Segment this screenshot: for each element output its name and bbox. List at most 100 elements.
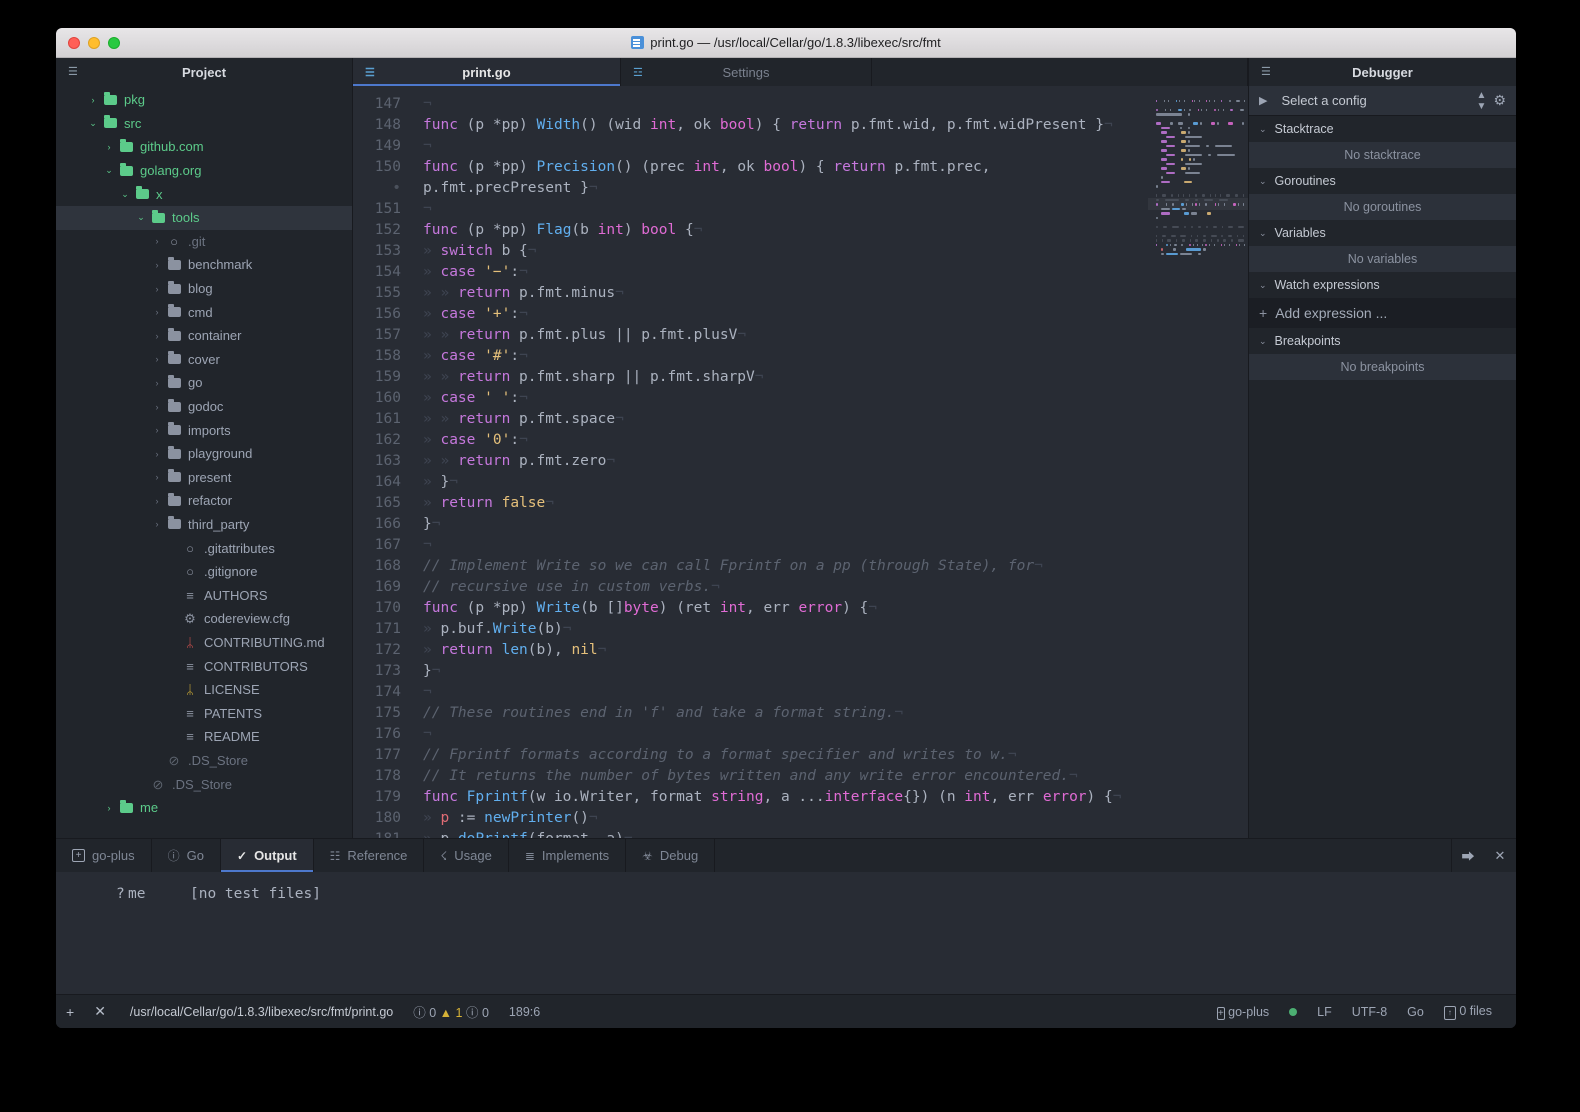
dock-tab-reference[interactable]: ☷ Reference [314, 839, 425, 872]
close-pane-button[interactable]: ✕ [84, 1003, 116, 1020]
chevron-down-icon[interactable]: ⌄ [102, 165, 116, 176]
status-line-ending[interactable]: LF [1307, 1005, 1342, 1019]
tree-folder-item[interactable]: › present [56, 466, 352, 490]
tree-file-item[interactable]: ≡ AUTHORS [56, 583, 352, 607]
config-select[interactable]: Select a config [1275, 93, 1468, 108]
tree-file-item[interactable]: ᛦ LICENSE [56, 678, 352, 702]
up-down-icon[interactable]: ▲ ▼ [1477, 90, 1487, 112]
code-line[interactable]: // Implement Write so we can call Fprint… [423, 556, 1148, 577]
editor-area[interactable]: 147 148 149 150 • 151 152 153 154 155 156 157 158 159… [353, 86, 1248, 838]
code-line[interactable]: ¬ [423, 724, 1148, 745]
code-line[interactable]: » }¬ [423, 472, 1148, 493]
status-encoding[interactable]: UTF-8 [1342, 1005, 1397, 1019]
tree-folder-item[interactable]: › refactor [56, 489, 352, 513]
code-line[interactable]: func Fprintf(w io.Writer, format string,… [423, 787, 1148, 808]
dock-tab-bar[interactable]: + go-plus ⓘ Go ✓ Output ☷ Reference ☇ Usage ≣ Imple… [56, 839, 1516, 872]
code-line[interactable]: » case '+':¬ [423, 304, 1148, 325]
code-line[interactable]: ¬ [423, 535, 1148, 556]
code-line[interactable]: » case '#':¬ [423, 346, 1148, 367]
chevron-down-icon[interactable]: ⌄ [86, 118, 100, 129]
tree-file-item[interactable]: ≡ CONTRIBUTORS [56, 654, 352, 678]
tree-folder-item[interactable]: › blog [56, 277, 352, 301]
code-line[interactable]: // recursive use in custom verbs.¬ [423, 577, 1148, 598]
editor-tab-bar[interactable]: ☰ print.go ☲ Settings [353, 58, 1248, 86]
editor-tab-print-go[interactable]: ☰ print.go [353, 58, 621, 86]
chevron-down-icon[interactable]: ⌄ [1259, 176, 1267, 187]
tree-folder-item[interactable]: ⌄ golang.org [56, 159, 352, 183]
project-tree[interactable]: › pkg ⌄ src › github.com ⌄ golang.org ⌄ x ⌄ tools › ○… [56, 86, 352, 838]
code-view[interactable]: 147 148 149 150 • 151 152 153 154 155 156 157 158 159… [353, 86, 1148, 838]
code-line[interactable]: » case '−':¬ [423, 262, 1148, 283]
code-line[interactable]: ¬ [423, 199, 1148, 220]
chevron-right-icon[interactable]: › [150, 236, 164, 246]
status-files[interactable]: ↑ 0 files [1434, 1004, 1502, 1020]
dock-tab-output[interactable]: ✓ Output [221, 839, 314, 872]
status-grammar[interactable]: Go [1397, 1005, 1434, 1019]
tree-folder-item[interactable]: › cover [56, 348, 352, 372]
tree-file-item[interactable]: ⊘ .DS_Store [56, 749, 352, 773]
tree-folder-item[interactable]: › imports [56, 418, 352, 442]
chevron-right-icon[interactable]: › [102, 142, 116, 152]
code-line[interactable]: » p.buf.Write(b)¬ [423, 619, 1148, 640]
hamburger-icon[interactable]: ☰ [1261, 66, 1271, 78]
debugger-section-watch-expressions[interactable]: ⌄ Watch expressions [1249, 272, 1516, 298]
code-line[interactable]: p.fmt.precPresent }¬ [423, 178, 1148, 199]
tree-folder-item[interactable]: › pkg [56, 88, 352, 112]
chevron-right-icon[interactable]: › [150, 472, 164, 482]
chevron-right-icon[interactable]: › [86, 95, 100, 105]
code-line[interactable]: » return false¬ [423, 493, 1148, 514]
code-line[interactable]: func (p *pp) Flag(b int) bool {¬ [423, 220, 1148, 241]
dock-tab-usage[interactable]: ☇ Usage [424, 839, 509, 872]
code-line[interactable]: » case '0':¬ [423, 430, 1148, 451]
code-line[interactable]: // It returns the number of bytes writte… [423, 766, 1148, 787]
tree-folder-item[interactable]: › benchmark [56, 253, 352, 277]
chevron-right-icon[interactable]: › [150, 260, 164, 270]
chevron-down-icon[interactable]: ⌄ [1259, 336, 1267, 347]
add-expression-row[interactable]: + Add expression ... [1249, 298, 1516, 328]
dock-tab-debug[interactable]: ☣ Debug [626, 839, 716, 872]
code-line[interactable]: func (p *pp) Precision() (prec int, ok b… [423, 157, 1148, 178]
minimap[interactable] [1148, 86, 1248, 838]
tree-folder-item[interactable]: › godoc [56, 395, 352, 419]
code-line[interactable]: ¬ [423, 682, 1148, 703]
code-line[interactable]: // These routines end in 'f' and take a … [423, 703, 1148, 724]
code-line[interactable]: » » return p.fmt.plus || p.fmt.plusV¬ [423, 325, 1148, 346]
debugger-section-goroutines[interactable]: ⌄ Goroutines [1249, 168, 1516, 194]
code-line[interactable]: » » return p.fmt.space¬ [423, 409, 1148, 430]
expand-dock-button[interactable]: ⮕ [1452, 839, 1484, 872]
code-lines[interactable]: ¬ func (p *pp) Width() (wid int, ok bool)… [411, 86, 1148, 838]
code-line[interactable]: }¬ [423, 661, 1148, 682]
tree-folder-item[interactable]: › cmd [56, 300, 352, 324]
tree-file-item[interactable]: ○ .gitattributes [56, 536, 352, 560]
chevron-right-icon[interactable]: › [150, 378, 164, 388]
tree-file-item[interactable]: ⚙ codereview.cfg [56, 607, 352, 631]
chevron-right-icon[interactable]: › [150, 284, 164, 294]
code-line[interactable]: » case ' ':¬ [423, 388, 1148, 409]
chevron-down-icon[interactable]: ⌄ [1259, 280, 1267, 291]
tree-file-item[interactable]: ≡ README [56, 725, 352, 749]
chevron-down-icon[interactable]: ⌄ [134, 212, 148, 223]
status-diagnostics[interactable]: ⓘ 0 ▲ 1 ⓘ 0 [403, 1002, 499, 1021]
chevron-right-icon[interactable]: › [150, 496, 164, 506]
add-expression-input[interactable]: Add expression ... [1275, 305, 1387, 321]
chevron-right-icon[interactable]: › [150, 354, 164, 364]
code-line[interactable]: }¬ [423, 514, 1148, 535]
code-line[interactable]: » p := newPrinter()¬ [423, 808, 1148, 829]
status-cursor-position[interactable]: 189:6 [499, 1005, 550, 1019]
code-line[interactable]: » return len(b), nil¬ [423, 640, 1148, 661]
chevron-right-icon[interactable]: › [150, 307, 164, 317]
tree-folder-item[interactable]: › github.com [56, 135, 352, 159]
debugger-section-breakpoints[interactable]: ⌄ Breakpoints [1249, 328, 1516, 354]
code-line[interactable]: » » return p.fmt.minus¬ [423, 283, 1148, 304]
tree-file-item[interactable]: ○ .gitignore [56, 560, 352, 584]
tree-file-item[interactable]: › ○ .git [56, 230, 352, 254]
dock-tab-go-plus[interactable]: + go-plus [56, 839, 152, 872]
tree-file-item[interactable]: ᛦ CONTRIBUTING.md [56, 631, 352, 655]
code-line[interactable]: func (p *pp) Write(b []byte) (ret int, e… [423, 598, 1148, 619]
chevron-down-icon[interactable]: ⌄ [118, 189, 132, 200]
chevron-right-icon[interactable]: › [150, 449, 164, 459]
chevron-right-icon[interactable]: › [150, 331, 164, 341]
tree-folder-item[interactable]: › me [56, 796, 352, 820]
code-line[interactable]: » » return p.fmt.zero¬ [423, 451, 1148, 472]
code-line[interactable]: » p.doPrintf(format, a)¬ [423, 829, 1148, 838]
